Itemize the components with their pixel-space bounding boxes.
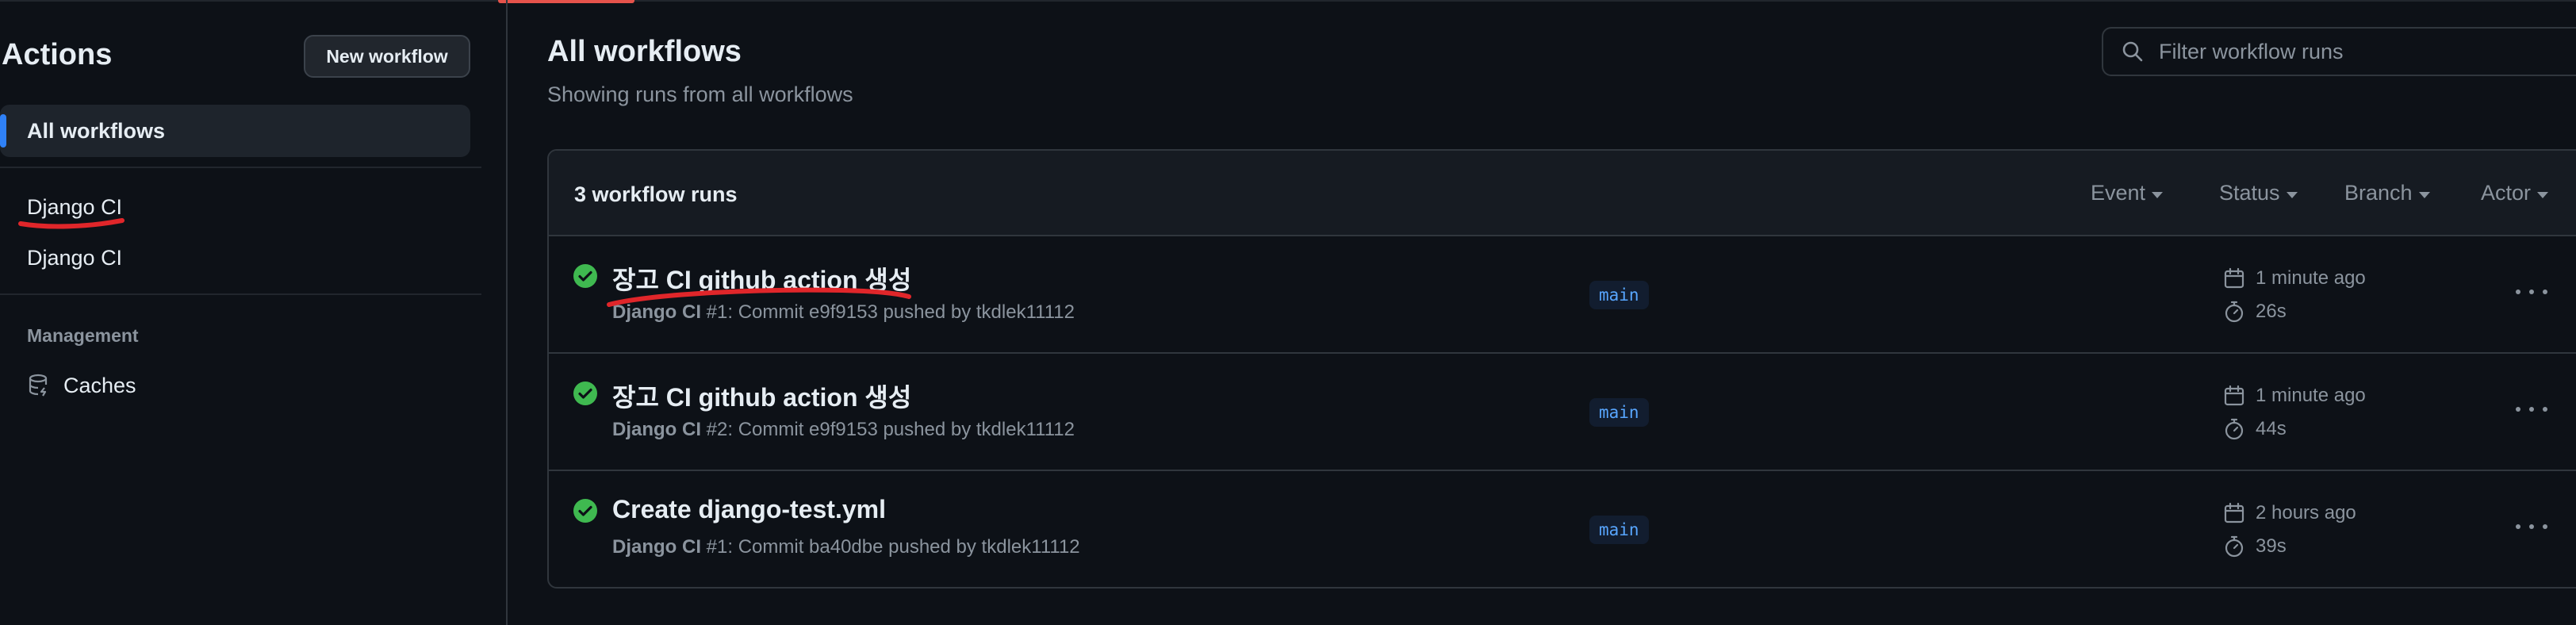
run-duration: 39s [2222,535,2287,558]
run-time: 1 minute ago [2222,266,2366,290]
run-duration-value: 26s [2256,301,2287,322]
run-duration: 44s [2222,417,2287,441]
run-title-link[interactable]: 장고 CI github action 생성 [612,378,911,414]
kebab-icon[interactable] [2516,284,2547,300]
active-indicator [0,114,6,148]
run-meta: Django CI #2: Commit e9f9153 pushed by t… [612,419,1075,441]
search-icon [2122,41,2143,62]
run-duration-value: 39s [2256,535,2287,557]
actor-filter-dropdown[interactable]: Actor [2481,181,2549,205]
run-time: 2 hours ago [2222,501,2356,525]
dropdown-label: Event [2091,181,2146,205]
sidebar-divider [0,167,481,168]
run-meta-text: #2: Commit e9f9153 pushed by tkdlek11112 [701,419,1075,440]
sidebar: Actions New workflow All workflows Djang… [0,0,508,625]
run-workflow-name: Django CI [612,536,701,558]
management-heading: Management [27,325,139,346]
stopwatch-icon [2225,301,2244,323]
runs-count: 3 workflow runs [574,182,738,206]
workflow-run-row[interactable]: Create django-test.yml Django CI #1: Com… [549,471,2576,587]
branch-filter-dropdown[interactable]: Branch [2344,181,2430,205]
sidebar-item-all-workflows[interactable]: All workflows [0,105,470,157]
check-circle-icon [573,499,597,523]
branch-badge[interactable]: main [1589,516,1649,544]
status-filter-dropdown[interactable]: Status [2219,181,2298,205]
sidebar-item-caches[interactable]: Caches [27,371,136,400]
page-title: All workflows [547,35,742,68]
run-duration-value: 44s [2256,418,2287,439]
run-title-link[interactable]: 장고 CI github action 생성 [612,260,911,297]
sidebar-title: Actions [2,38,113,71]
run-workflow-name: Django CI [612,419,701,440]
run-workflow-name: Django CI [612,301,701,323]
branch-badge[interactable]: main [1589,281,1649,309]
caret-down-icon [2537,191,2549,198]
active-tab-underline [498,0,634,3]
sidebar-item-label: All workflows [27,118,166,143]
run-time: 1 minute ago [2222,384,2366,408]
workflow-run-row[interactable]: 장고 CI github action 생성 Django CI #2: Com… [549,354,2576,471]
event-filter-dropdown[interactable]: Event [2091,181,2164,205]
calendar-icon [2224,385,2244,406]
kebab-icon[interactable] [2516,519,2547,535]
run-title-link[interactable]: Create django-test.yml [612,495,886,524]
run-meta-text: #1: Commit ba40dbe pushed by tkdlek11112 [701,536,1080,558]
run-meta: Django CI #1: Commit e9f9153 pushed by t… [612,301,1075,324]
caret-down-icon [2418,191,2430,198]
check-circle-icon [573,382,597,405]
stopwatch-icon [2225,418,2244,440]
run-time-ago: 1 minute ago [2256,267,2366,289]
run-meta-text: #1: Commit e9f9153 pushed by tkdlek11112 [701,301,1075,323]
runs-list-header: 3 workflow runs Event Status Branch Acto… [549,151,2576,236]
dropdown-label: Actor [2481,181,2532,205]
caret-down-icon [2152,191,2164,198]
dropdown-label: Status [2219,181,2280,205]
new-workflow-button[interactable]: New workflow [304,35,470,78]
branch-badge[interactable]: main [1589,398,1649,427]
stopwatch-icon [2225,535,2244,558]
check-circle-icon [573,264,597,288]
kebab-icon[interactable] [2516,401,2547,417]
database-icon [29,374,48,397]
calendar-icon [2224,267,2244,289]
sidebar-item-label: Caches [63,373,136,397]
workflow-runs-list: 3 workflow runs Event Status Branch Acto… [547,149,2576,589]
run-meta: Django CI #1: Commit ba40dbe pushed by t… [612,536,1080,558]
run-time-ago: 1 minute ago [2256,385,2366,406]
workflow-run-row[interactable]: 장고 CI github action 생성 Django CI #1: Com… [549,236,2576,354]
caret-down-icon [2286,191,2298,198]
sidebar-item-workflow[interactable]: Django CI [27,246,122,270]
app-root: Actions New workflow All workflows Djang… [0,0,2576,625]
dropdown-label: Branch [2344,181,2413,205]
page-subtitle: Showing runs from all workflows [547,82,853,106]
run-duration: 26s [2222,300,2287,324]
filter-runs-field[interactable] [2102,27,2576,76]
sidebar-divider [0,293,481,295]
calendar-icon [2224,502,2244,523]
sidebar-item-workflow[interactable]: Django CI [27,195,122,220]
run-time-ago: 2 hours ago [2256,502,2356,523]
filter-runs-input[interactable] [2159,39,2555,64]
